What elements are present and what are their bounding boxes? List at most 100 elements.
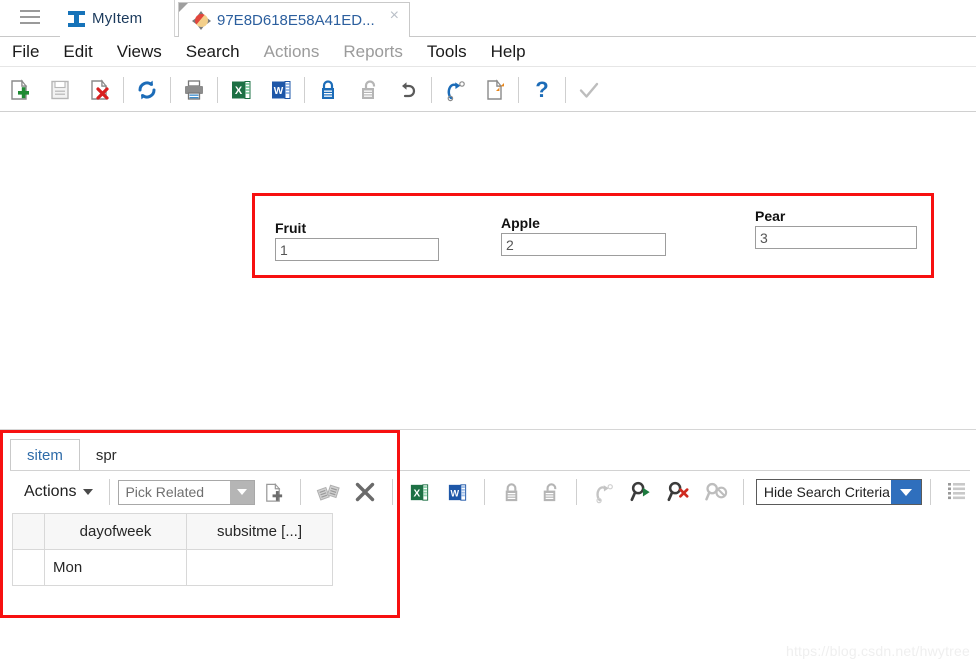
check-icon: [569, 70, 609, 110]
menu-item-help[interactable]: Help: [479, 43, 538, 60]
toolbar-separator: [170, 76, 171, 103]
toolbar-separator: [123, 76, 124, 103]
svg-text:?: ?: [535, 78, 548, 102]
table-row[interactable]: Mon: [12, 549, 333, 586]
tab-sitem-label: sitem: [27, 446, 63, 464]
pick-related-combobox[interactable]: Pick Related: [118, 479, 255, 505]
panel-tab-list: sitem spr: [10, 439, 133, 471]
menu-bar: File Edit Views Search Actions Reports T…: [0, 37, 976, 67]
tab-spr-label: spr: [95, 446, 117, 464]
record-sphere-icon: [192, 11, 211, 30]
undo-icon[interactable]: [388, 70, 428, 110]
field-pear-input[interactable]: [755, 226, 917, 249]
field-apple: Apple: [501, 216, 666, 256]
export-excel-icon[interactable]: X: [401, 475, 438, 509]
refresh-icon[interactable]: [127, 70, 167, 110]
ibeam-logo-icon: [68, 10, 85, 27]
link-related-icon: [309, 475, 346, 509]
highlighted-field-group: Fruit Apple Pear: [252, 193, 934, 278]
unlock-icon: [530, 475, 567, 509]
redo-icon[interactable]: [435, 70, 475, 110]
menu-item-search[interactable]: Search: [174, 43, 252, 60]
actions-dropdown-button[interactable]: Actions: [16, 483, 101, 501]
related-records-grid: dayofweek subsitme [...] Mon: [12, 513, 333, 586]
toolbar-separator: [217, 76, 218, 103]
document-tab-label: 97E8D618E58A41ED...: [217, 12, 375, 29]
panel-toolbar-separator: [929, 479, 931, 505]
remove-row-icon[interactable]: [347, 475, 384, 509]
menu-item-reports: Reports: [343, 42, 403, 61]
field-pear-label: Pear: [755, 208, 786, 224]
delete-record-icon[interactable]: [80, 70, 120, 110]
hamburger-line: [20, 22, 40, 24]
related-records-panel: sitem spr Actions Pick Related X W Hide …: [0, 430, 976, 620]
field-apple-label: Apple: [501, 215, 540, 231]
tab-sitem[interactable]: sitem: [10, 439, 80, 471]
hamburger-menu-icon[interactable]: [20, 10, 40, 26]
tab-spr[interactable]: spr: [80, 439, 133, 471]
copy-icon[interactable]: [475, 70, 515, 110]
grid-cell-subsitme[interactable]: [186, 549, 333, 586]
grid-header-subsitme[interactable]: subsitme [...]: [186, 513, 333, 550]
chevron-down-icon: [83, 489, 94, 495]
field-fruit-input[interactable]: [275, 238, 439, 261]
panel-toolbar-separator: [742, 479, 744, 505]
run-search-icon[interactable]: [622, 475, 659, 509]
field-apple-input[interactable]: [501, 233, 666, 256]
toolbar-separator: [565, 76, 566, 103]
panel-toolbar-separator: [392, 479, 394, 505]
new-record-icon[interactable]: [0, 70, 40, 110]
export-word-icon[interactable]: W: [261, 70, 301, 110]
panel-toolbar: Actions Pick Related X W Hide Search Cri…: [10, 473, 976, 511]
hamburger-line: [20, 10, 40, 12]
menu-item-actions: Actions: [263, 42, 320, 61]
column-options-icon[interactable]: [939, 475, 976, 509]
toolbar-separator: [518, 76, 519, 103]
redo-icon: [585, 475, 622, 509]
pick-related-value: Pick Related: [125, 484, 205, 500]
export-excel-icon[interactable]: X: [221, 70, 261, 110]
disable-search-icon: [697, 475, 734, 509]
chevron-down-icon[interactable]: [229, 480, 254, 504]
grid-cell-dayofweek[interactable]: Mon: [44, 549, 187, 586]
close-icon[interactable]: ×: [390, 8, 399, 24]
grid-header-dayofweek[interactable]: dayofweek: [44, 513, 187, 550]
watermark: https://blog.csdn.net/hwytree: [785, 643, 970, 659]
document-tab[interactable]: 97E8D618E58A41ED... ×: [178, 2, 410, 38]
help-icon[interactable]: ?: [522, 70, 562, 110]
svg-text:W: W: [450, 488, 459, 498]
export-word-icon[interactable]: W: [439, 475, 476, 509]
lock-icon[interactable]: [308, 70, 348, 110]
panel-toolbar-separator: [483, 479, 485, 505]
field-fruit-label: Fruit: [275, 220, 307, 236]
app-home-tab-label: MyItem: [92, 10, 143, 27]
svg-text:X: X: [414, 488, 421, 499]
hide-search-criteria-label: Hide Search Criteria: [763, 484, 890, 500]
menu-item-file[interactable]: File: [0, 43, 51, 60]
hide-search-criteria-dropdown[interactable]: Hide Search Criteria: [755, 479, 922, 505]
svg-text:W: W: [274, 86, 284, 97]
toolbar-separator: [431, 76, 432, 103]
new-row-icon[interactable]: [255, 475, 292, 509]
svg-text:X: X: [235, 85, 243, 97]
panel-toolbar-separator: [109, 479, 111, 505]
menu-item-views[interactable]: Views: [105, 43, 174, 60]
save-icon: [40, 70, 80, 110]
grid-header-select: [12, 513, 45, 550]
main-toolbar: X W ?: [0, 68, 976, 112]
application-window: MyItem 97E8D618E58A41ED... × File Edit V…: [0, 0, 976, 667]
chevron-down-icon[interactable]: [890, 480, 921, 504]
app-home-tab[interactable]: MyItem: [60, 0, 175, 37]
window-tab-strip: MyItem 97E8D618E58A41ED... ×: [0, 0, 976, 38]
menu-item-edit[interactable]: Edit: [51, 43, 104, 60]
field-pear: Pear: [755, 209, 917, 249]
panel-toolbar-separator: [575, 479, 577, 505]
clear-search-icon[interactable]: [660, 475, 697, 509]
print-icon[interactable]: [174, 70, 214, 110]
tab-underline: [10, 470, 970, 471]
panel-toolbar-separator: [300, 479, 302, 505]
menu-item-tools[interactable]: Tools: [415, 43, 479, 60]
actions-dropdown-label: Actions: [24, 483, 77, 500]
toolbar-separator: [304, 76, 305, 103]
grid-cell-select[interactable]: [12, 549, 45, 586]
